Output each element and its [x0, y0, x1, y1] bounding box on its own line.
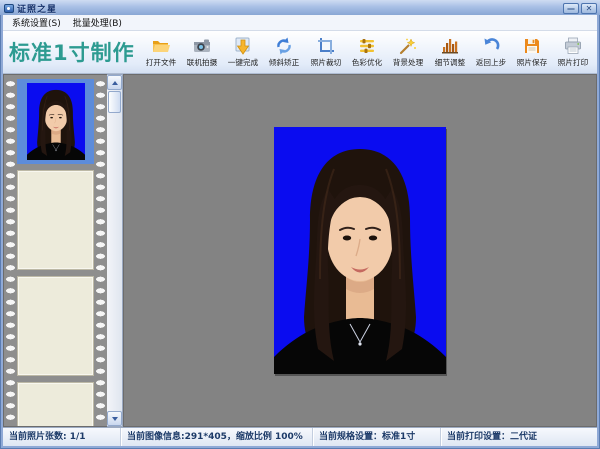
open-file-button[interactable]: 打开文件: [141, 33, 180, 72]
one-click-icon: [233, 36, 253, 56]
toolbar: 标准1寸制作 打开文件 联机拍摄: [3, 31, 597, 74]
filmstrip-slot[interactable]: [17, 382, 94, 426]
scrollbar-thumb[interactable]: [108, 91, 121, 113]
window-title: 证照之星: [17, 2, 57, 15]
filmstrip-slot[interactable]: [17, 170, 94, 270]
toolbar-button-label: 一键完成: [228, 57, 258, 67]
filmstrip-panel: [3, 74, 107, 427]
filmstrip-slot[interactable]: [17, 276, 94, 376]
window-controls: — ✕: [563, 3, 597, 14]
print-photo-button[interactable]: 照片打印: [554, 33, 593, 72]
title-bar[interactable]: 证照之星 — ✕: [0, 0, 600, 15]
color-sliders-icon: [357, 36, 377, 56]
filmstrip-thumbnail-selected[interactable]: [17, 79, 94, 164]
tilt-correction-button[interactable]: 倾斜矫正: [265, 33, 304, 72]
app-logo-icon: [4, 4, 14, 13]
undo-icon: [481, 36, 501, 56]
detail-adjust-button[interactable]: 细节调整: [430, 33, 469, 72]
camera-capture-button[interactable]: 联机拍摄: [182, 33, 221, 72]
toolbar-button-label: 联机拍摄: [187, 57, 217, 67]
filmstrip-holes-left: [5, 75, 16, 426]
status-print-setting: 当前打印设置：二代证: [441, 428, 597, 446]
filmstrip-holes-right: [95, 75, 106, 426]
status-bar: 当前照片张数: 1/1 当前图像信息:291*405，缩放比例 100% 当前规…: [3, 427, 597, 446]
color-optimize-button[interactable]: 色彩优化: [347, 33, 386, 72]
toolbar-button-label: 照片裁切: [310, 57, 340, 67]
crop-icon: [316, 36, 336, 56]
open-folder-icon: [151, 36, 171, 56]
magic-wand-icon: [398, 36, 418, 56]
status-photo-count: 当前照片张数: 1/1: [3, 428, 121, 446]
scroll-down-button[interactable]: [107, 411, 122, 426]
filmstrip-scrollbar[interactable]: [107, 74, 123, 427]
toolbar-button-label: 返回上步: [476, 57, 506, 67]
rotate-correct-icon: [274, 36, 294, 56]
status-image-info: 当前图像信息:291*405，缩放比例 100%: [121, 428, 313, 446]
thumbnail-portrait-image: [27, 83, 85, 160]
undo-button[interactable]: 返回上步: [471, 33, 510, 72]
photo-crop-button[interactable]: 照片裁切: [306, 33, 345, 72]
background-process-button[interactable]: 背景处理: [389, 33, 428, 72]
toolbar-button-label: 打开文件: [145, 57, 175, 67]
menu-item-batch-processing[interactable]: 批量处理(B): [68, 15, 127, 30]
photo-canvas[interactable]: [123, 74, 597, 427]
status-spec-setting: 当前规格设置：标准1寸: [313, 428, 441, 446]
filmstrip-slots: [17, 75, 94, 426]
content-area: [3, 74, 597, 427]
app-window: 证照之星 — ✕ 系统设置(S) 批量处理(B) 标准1寸制作 打开文件: [0, 0, 600, 449]
toolbar-buttons: 打开文件 联机拍摄 一键完成: [141, 33, 595, 72]
save-photo-button[interactable]: 照片保存: [513, 33, 552, 72]
menu-item-system-settings[interactable]: 系统设置(S): [7, 15, 66, 30]
menu-bar: 系统设置(S) 批量处理(B): [3, 15, 597, 31]
mode-title: 标准1寸制作: [9, 37, 141, 67]
one-click-finish-button[interactable]: 一键完成: [224, 33, 263, 72]
save-icon: [522, 36, 542, 56]
arrow-up-icon: [112, 81, 118, 85]
minimize-button[interactable]: —: [563, 3, 579, 14]
toolbar-button-label: 色彩优化: [352, 57, 382, 67]
portrait-photo: [274, 127, 446, 374]
scroll-up-button[interactable]: [107, 75, 122, 90]
histogram-icon: [440, 36, 460, 56]
toolbar-button-label: 倾斜矫正: [269, 57, 299, 67]
toolbar-button-label: 细节调整: [434, 57, 464, 67]
arrow-down-icon: [112, 417, 118, 421]
camera-icon: [192, 36, 212, 56]
close-button[interactable]: ✕: [581, 3, 597, 14]
toolbar-button-label: 照片保存: [517, 57, 547, 67]
toolbar-button-label: 背景处理: [393, 57, 423, 67]
toolbar-button-label: 照片打印: [558, 57, 588, 67]
print-icon: [563, 36, 583, 56]
